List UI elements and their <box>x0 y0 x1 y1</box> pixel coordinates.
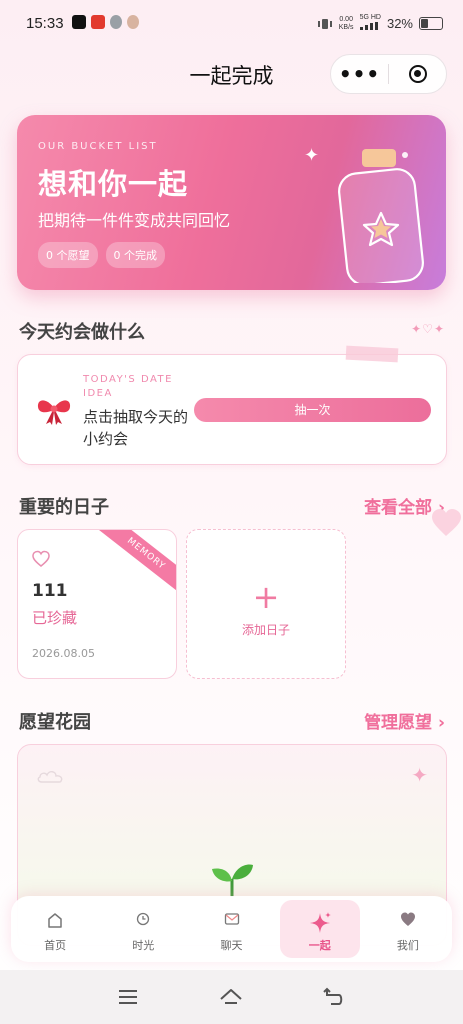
menu-icon[interactable] <box>116 985 140 1009</box>
day-state: 已珍藏 <box>32 609 78 627</box>
mini-program-capsule: ••• <box>330 54 447 94</box>
wish-jar-icon <box>338 149 424 283</box>
banner-stats: 0 个愿望 0 个完成 <box>38 242 165 268</box>
heart-outline-icon <box>32 550 50 567</box>
vibrate-icon <box>317 18 332 29</box>
target-icon <box>408 65 427 83</box>
net-speed: 0.00 KB/s <box>339 16 354 32</box>
days-heading: 重要的日子 <box>19 497 109 518</box>
tab-home[interactable]: 首页 <box>11 896 99 962</box>
close-button[interactable] <box>389 65 446 83</box>
day-date: 2026.08.05 <box>32 647 95 660</box>
battery-percent: 32% <box>386 16 413 31</box>
view-all-label: 查看全部 <box>364 498 433 518</box>
add-day-card[interactable]: + 添加日子 <box>186 529 346 679</box>
important-day-card[interactable]: MEMORY 111 已珍藏 2026.08.05 <box>17 529 177 679</box>
garden-heading: 愿望花园 <box>19 712 91 733</box>
tab-label: 一起 <box>308 939 331 952</box>
heart-sparkle-decoration: ✦♡✦ <box>411 322 445 336</box>
sparkle-icon: ✦ <box>304 145 320 166</box>
tab-chat[interactable]: 聊天 <box>187 896 275 962</box>
system-navigation-bar <box>0 970 463 1024</box>
sparkle-icon: ✦ <box>411 763 428 787</box>
tab-time[interactable]: 时光 <box>99 896 187 962</box>
chat-icon <box>224 913 239 925</box>
tab-label: 时光 <box>132 939 155 952</box>
app-notification-icon <box>91 15 105 29</box>
banner-eyebrow: OUR BUCKET LIST <box>38 141 158 152</box>
status-indicators: 0.00 KB/s 5G HD 32% <box>317 14 443 33</box>
chevron-right-icon: › <box>437 713 445 733</box>
sparkle-icon <box>309 912 331 933</box>
status-bar: 15:33 0.00 KB/s 5G HD 32% <box>0 0 463 48</box>
home-icon <box>48 913 62 928</box>
notification-icons <box>72 15 139 29</box>
tab-us[interactable]: 我们 <box>364 896 452 962</box>
home-nav-icon[interactable] <box>219 985 243 1009</box>
heart-icon <box>400 912 415 926</box>
signal-indicator: 5G HD <box>359 14 381 33</box>
washi-tape-decoration <box>345 345 399 363</box>
bow-icon <box>37 400 71 425</box>
done-count-badge: 0 个完成 <box>105 242 165 268</box>
date-idea-eyebrow: TODAY'S DATE IDEA <box>83 374 173 399</box>
tab-together[interactable]: 一起 <box>276 896 364 962</box>
avatar-notification-icon <box>127 15 139 29</box>
bird-icon <box>110 15 122 29</box>
date-idea-prompt: 点击抽取今天的小约会 <box>83 408 189 448</box>
plus-icon: + <box>252 578 280 616</box>
bottom-tab-bar: 首页 时光 聊天 一起 我们 <box>11 896 452 962</box>
signal-label: 5G HD <box>359 14 381 21</box>
tab-label: 聊天 <box>220 939 243 952</box>
sprout-icon <box>212 864 253 897</box>
heart-decoration-icon <box>432 509 461 536</box>
today-heading: 今天约会做什么 <box>19 322 145 343</box>
tab-label: 首页 <box>44 939 67 952</box>
banner-subtitle: 把期待一件件变成共同回忆 <box>38 211 231 230</box>
wish-count-badge: 0 个愿望 <box>38 242 98 268</box>
manage-wishes-link[interactable]: 管理愿望 › <box>364 708 445 733</box>
memory-ribbon: MEMORY <box>92 530 176 599</box>
cloud-icon <box>37 771 63 783</box>
day-name: 111 <box>32 581 68 601</box>
clock-icon <box>137 912 150 926</box>
banner-headline: 想和你一起 <box>38 167 189 201</box>
bucket-list-banner[interactable]: OUR BUCKET LIST 想和你一起 把期待一件件变成共同回忆 0 个愿望… <box>17 115 446 290</box>
signal-bars-icon <box>359 22 378 30</box>
net-speed-value: 0.00 <box>339 15 353 23</box>
net-speed-unit: KB/s <box>338 23 354 31</box>
tab-label: 我们 <box>396 939 419 952</box>
back-icon[interactable] <box>322 985 346 1009</box>
manage-wishes-label: 管理愿望 <box>364 713 433 733</box>
add-day-label: 添加日子 <box>241 623 290 637</box>
draw-button[interactable]: 抽一次 <box>194 398 431 422</box>
battery-icon <box>419 17 443 30</box>
date-idea-card[interactable]: TODAY'S DATE IDEA 点击抽取今天的小约会 抽一次 <box>17 345 447 465</box>
tiktok-icon <box>72 15 86 29</box>
more-button[interactable]: ••• <box>331 62 388 86</box>
status-time: 15:33 <box>26 15 64 32</box>
title-bar: 一起完成 ••• <box>0 48 463 100</box>
